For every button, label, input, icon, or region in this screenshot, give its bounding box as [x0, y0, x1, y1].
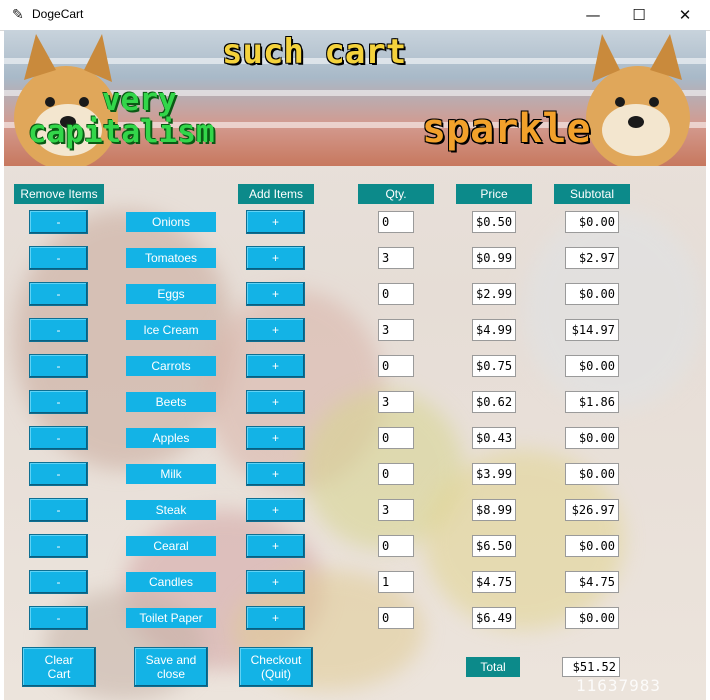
remove-item-button[interactable]: - — [29, 282, 88, 306]
clear-cart-button[interactable]: Clear Cart — [22, 647, 96, 687]
subtotal-field: $0.00 — [565, 211, 619, 233]
doge-right-image — [586, 34, 690, 166]
add-item-button[interactable]: + — [246, 210, 305, 234]
minimize-button[interactable]: — — [570, 0, 616, 30]
add-item-button[interactable]: + — [246, 354, 305, 378]
total-label: Total — [466, 657, 520, 677]
close-button[interactable]: ✕ — [662, 0, 708, 30]
remove-item-button[interactable]: - — [29, 210, 88, 234]
item-name-label: Onions — [126, 212, 216, 232]
item-name-label: Apples — [126, 428, 216, 448]
header-price: Price — [456, 184, 532, 204]
remove-item-button[interactable]: - — [29, 246, 88, 270]
subtotal-field: $2.97 — [565, 247, 619, 269]
banner-text-such-cart: such cart — [222, 32, 407, 72]
add-item-button[interactable]: + — [246, 534, 305, 558]
price-field: $4.75 — [472, 571, 516, 593]
subtotal-field: $0.00 — [565, 283, 619, 305]
item-name-label: Steak — [126, 500, 216, 520]
window-title: DogeCart — [32, 7, 84, 21]
quantity-field[interactable]: 0 — [378, 535, 414, 557]
price-field: $0.50 — [472, 211, 516, 233]
price-field: $6.50 — [472, 535, 516, 557]
subtotal-field: $14.97 — [565, 319, 619, 341]
header-remove-items: Remove Items — [14, 184, 104, 204]
price-field: $0.62 — [472, 391, 516, 413]
price-field: $3.99 — [472, 463, 516, 485]
banner-text-sparkle: sparkle — [422, 106, 591, 152]
item-name-label: Milk — [126, 464, 216, 484]
remove-item-button[interactable]: - — [29, 354, 88, 378]
subtotal-field: $0.00 — [565, 355, 619, 377]
subtotal-field: $0.00 — [565, 535, 619, 557]
feather-icon: ✎ — [12, 7, 24, 23]
price-field: $6.49 — [472, 607, 516, 629]
quantity-field[interactable]: 0 — [378, 283, 414, 305]
quantity-field[interactable]: 1 — [378, 571, 414, 593]
item-name-label: Eggs — [126, 284, 216, 304]
price-field: $8.99 — [472, 499, 516, 521]
remove-item-button[interactable]: - — [29, 318, 88, 342]
price-field: $0.43 — [472, 427, 516, 449]
total-value: $51.52 — [562, 657, 620, 677]
checkout-quit-button[interactable]: Checkout (Quit) — [239, 647, 313, 687]
price-field: $2.99 — [472, 283, 516, 305]
subtotal-field: $1.86 — [565, 391, 619, 413]
banner-text-very: very — [102, 82, 177, 118]
title-bar: ✎ DogeCart — ☐ ✕ — [0, 0, 710, 31]
subtotal-field: $0.00 — [565, 427, 619, 449]
remove-item-button[interactable]: - — [29, 534, 88, 558]
quantity-field[interactable]: 3 — [378, 247, 414, 269]
quantity-field[interactable]: 3 — [378, 319, 414, 341]
add-item-button[interactable]: + — [246, 498, 305, 522]
add-item-button[interactable]: + — [246, 426, 305, 450]
add-item-button[interactable]: + — [246, 606, 305, 630]
quantity-field[interactable]: 0 — [378, 463, 414, 485]
quantity-field[interactable]: 0 — [378, 355, 414, 377]
remove-item-button[interactable]: - — [29, 390, 88, 414]
add-item-button[interactable]: + — [246, 282, 305, 306]
quantity-field[interactable]: 3 — [378, 391, 414, 413]
price-field: $0.99 — [472, 247, 516, 269]
header-add-items: Add Items — [238, 184, 314, 204]
item-name-label: Beets — [126, 392, 216, 412]
add-item-button[interactable]: + — [246, 462, 305, 486]
subtotal-field: $0.00 — [565, 607, 619, 629]
watermark: 11637983 — [576, 676, 662, 695]
remove-item-button[interactable]: - — [29, 570, 88, 594]
save-and-close-button[interactable]: Save and close — [134, 647, 208, 687]
subtotal-field: $26.97 — [565, 499, 619, 521]
banner: such cart very capitalism sparkle — [4, 30, 706, 166]
quantity-field[interactable]: 0 — [378, 211, 414, 233]
subtotal-field: $0.00 — [565, 463, 619, 485]
item-name-label: Candles — [126, 572, 216, 592]
remove-item-button[interactable]: - — [29, 498, 88, 522]
banner-text-capitalism: capitalism — [28, 114, 215, 150]
price-field: $0.75 — [472, 355, 516, 377]
quantity-field[interactable]: 0 — [378, 427, 414, 449]
quantity-field[interactable]: 3 — [378, 499, 414, 521]
maximize-button[interactable]: ☐ — [616, 0, 662, 30]
add-item-button[interactable]: + — [246, 390, 305, 414]
item-name-label: Tomatoes — [126, 248, 216, 268]
remove-item-button[interactable]: - — [29, 462, 88, 486]
remove-item-button[interactable]: - — [29, 606, 88, 630]
item-name-label: Carrots — [126, 356, 216, 376]
add-item-button[interactable]: + — [246, 318, 305, 342]
header-qty: Qty. — [358, 184, 434, 204]
quantity-field[interactable]: 0 — [378, 607, 414, 629]
header-subtotal: Subtotal — [554, 184, 630, 204]
item-name-label: Cearal — [126, 536, 216, 556]
add-item-button[interactable]: + — [246, 246, 305, 270]
item-name-label: Toilet Paper — [126, 608, 216, 628]
subtotal-field: $4.75 — [565, 571, 619, 593]
price-field: $4.99 — [472, 319, 516, 341]
add-item-button[interactable]: + — [246, 570, 305, 594]
remove-item-button[interactable]: - — [29, 426, 88, 450]
item-name-label: Ice Cream — [126, 320, 216, 340]
